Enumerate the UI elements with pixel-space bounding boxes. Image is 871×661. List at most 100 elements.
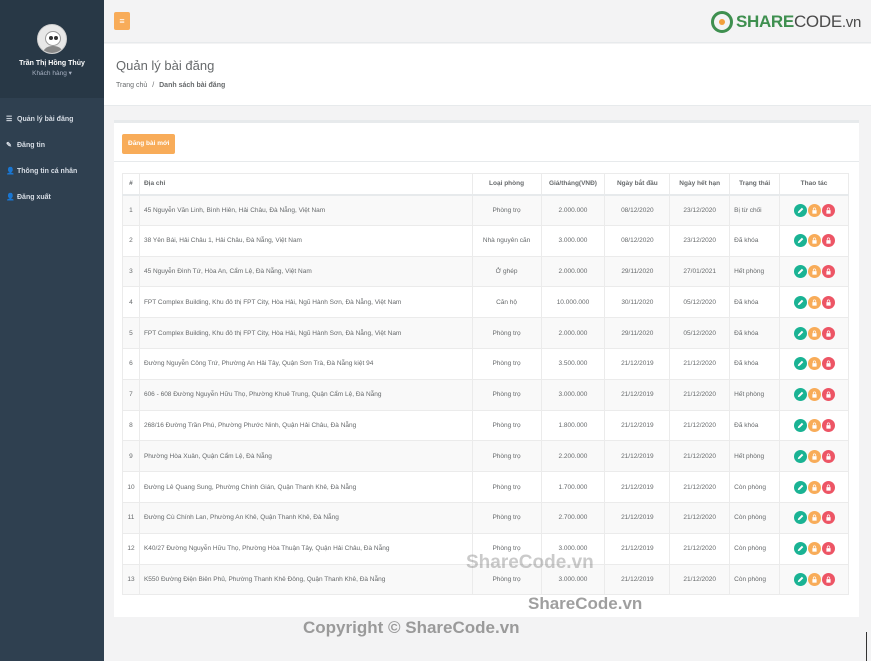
actions-cell xyxy=(779,194,849,226)
status-cell: Đã khóa xyxy=(729,224,781,257)
edit-icon[interactable] xyxy=(793,326,807,340)
price-cell: 10.000.000 xyxy=(540,286,606,319)
edit-icon[interactable] xyxy=(793,264,807,278)
unlock-icon[interactable] xyxy=(821,295,835,309)
room-type-cell: Nhà nguyên căn xyxy=(471,224,542,257)
edit-icon[interactable] xyxy=(793,572,807,586)
actions-cell xyxy=(779,563,849,596)
unlock-icon[interactable] xyxy=(821,418,835,432)
status-cell: Còn phòng xyxy=(729,532,781,565)
end-date-cell: 21/12/2020 xyxy=(669,501,731,534)
address-cell: 38 Yên Bái, Hải Châu 1, Hải Châu, Đà Nẵn… xyxy=(138,224,473,257)
end-date-cell: 21/12/2020 xyxy=(669,409,731,442)
row-number: 1 xyxy=(122,194,140,226)
status-cell: Đã khóa xyxy=(729,317,781,349)
unlock-icon[interactable] xyxy=(821,326,835,340)
start-date-cell: 08/12/2020 xyxy=(604,194,671,226)
lock-icon[interactable] xyxy=(807,295,821,309)
edit-icon[interactable] xyxy=(793,295,807,309)
profile-panel: Trần Thị Hồng Thủy Khách hàng ▾ xyxy=(0,0,104,98)
column-header: Loại phòng xyxy=(471,173,542,196)
unlock-icon[interactable] xyxy=(821,449,835,463)
edit-icon[interactable] xyxy=(793,449,807,463)
address-cell: Đường Nguyễn Công Trứ, Phường An Hải Tây… xyxy=(138,347,473,380)
unlock-icon[interactable] xyxy=(821,572,835,586)
end-date-cell: 21/12/2020 xyxy=(669,563,731,596)
logo-code: CODE xyxy=(793,12,842,31)
lock-icon[interactable] xyxy=(807,449,821,463)
sidebar-nav: ☰ Quản lý bài đăng ✎ Đăng tin 👤 Thông ti… xyxy=(0,106,104,210)
start-date-cell: 30/11/2020 xyxy=(604,286,671,319)
unlock-icon[interactable] xyxy=(821,388,835,402)
lock-icon[interactable] xyxy=(807,388,821,402)
divider xyxy=(114,161,859,162)
table-row: 6 Đường Nguyễn Công Trứ, Phường An Hải Tâ… xyxy=(122,347,849,380)
row-number: 4 xyxy=(122,286,140,319)
actions-cell xyxy=(779,347,849,380)
unlock-icon[interactable] xyxy=(821,357,835,371)
status-cell: Hết phòng xyxy=(729,378,781,411)
unlock-icon[interactable] xyxy=(821,511,835,525)
table-row: 3 45 Nguyễn Đình Tứ, Hòa An, Cẩm Lệ, Đà N… xyxy=(122,255,849,288)
unlock-icon[interactable] xyxy=(821,542,835,556)
address-cell: K40/27 Đường Nguyễn Hữu Thọ, Phường Hòa … xyxy=(138,532,473,565)
price-cell: 2.700.000 xyxy=(540,501,606,534)
unlock-icon[interactable] xyxy=(821,203,835,217)
user-role-dropdown[interactable]: Khách hàng ▾ xyxy=(0,69,104,77)
edit-icon[interactable] xyxy=(793,357,807,371)
unlock-icon[interactable] xyxy=(821,234,835,248)
row-number: 12 xyxy=(122,532,140,565)
lock-icon[interactable] xyxy=(807,511,821,525)
lock-icon[interactable] xyxy=(807,326,821,340)
table-row: 5 FPT Complex Building, Khu đô thị FPT Ci… xyxy=(122,317,849,349)
breadcrumb-home[interactable]: Trang chủ xyxy=(116,82,147,89)
lock-icon[interactable] xyxy=(807,264,821,278)
sidebar-item-label: Thông tin cá nhân xyxy=(17,167,78,175)
end-date-cell: 21/12/2020 xyxy=(669,532,731,565)
lock-icon[interactable] xyxy=(807,418,821,432)
lock-icon[interactable] xyxy=(807,234,821,248)
edit-icon[interactable] xyxy=(793,511,807,525)
unlock-icon[interactable] xyxy=(821,480,835,494)
new-post-button[interactable]: Đăng bài mới xyxy=(122,134,176,154)
edit-icon[interactable] xyxy=(793,203,807,217)
sidebar-item-manage-posts[interactable]: ☰ Quản lý bài đăng xyxy=(0,106,104,132)
lock-icon[interactable] xyxy=(807,357,821,371)
table-row: 2 38 Yên Bái, Hải Châu 1, Hải Châu, Đà Nẵ… xyxy=(122,224,849,257)
start-date-cell: 21/12/2019 xyxy=(604,501,671,534)
sidebar-item-logout[interactable]: 👤 Đăng xuất xyxy=(0,184,104,210)
price-cell: 3.500.000 xyxy=(540,347,606,380)
sharecode-logo: SHARECODE.vn xyxy=(710,11,861,33)
table-row: 11 Đường Cù Chính Lan, Phường An Khê, Quậ… xyxy=(122,501,849,534)
unlock-icon[interactable] xyxy=(821,264,835,278)
sidebar-item-label: Đăng xuất xyxy=(17,193,51,201)
user-icon: 👤 xyxy=(6,168,15,175)
end-date-cell: 23/12/2020 xyxy=(669,224,731,257)
edit-icon[interactable] xyxy=(793,418,807,432)
table-row: 7 606 - 608 Đường Nguyễn Hữu Thọ, Phường … xyxy=(122,378,849,411)
table-header-row: # Địa chỉ Loại phòng Giá/tháng(VNĐ) Ngày bắt… xyxy=(122,173,849,196)
hamburger-icon[interactable]: ≡ xyxy=(114,12,130,30)
column-header: Giá/tháng(VNĐ) xyxy=(540,173,606,196)
start-date-cell: 21/12/2019 xyxy=(604,563,671,596)
table-row: 10 Đường Lê Quang Sung, Phường Chính Gián… xyxy=(122,471,849,503)
column-header: Trạng thái xyxy=(729,173,781,196)
list-icon: ☰ xyxy=(6,116,13,123)
address-cell: Phường Hòa Xuân, Quận Cẩm Lệ, Đà Nẵng xyxy=(138,440,473,473)
edit-icon[interactable] xyxy=(793,388,807,402)
lock-icon[interactable] xyxy=(807,542,821,556)
sidebar-item-profile[interactable]: 👤 Thông tin cá nhân xyxy=(0,158,104,184)
edit-icon[interactable] xyxy=(793,480,807,494)
lock-icon[interactable] xyxy=(807,480,821,494)
lock-icon[interactable] xyxy=(807,203,821,217)
edit-icon[interactable] xyxy=(793,542,807,556)
watermark-center: ShareCode.vn xyxy=(466,552,594,573)
watermark-copyright: Copyright © ShareCode.vn xyxy=(303,618,520,637)
avatar[interactable] xyxy=(37,24,67,54)
price-cell: 2.000.000 xyxy=(540,255,606,288)
edit-icon[interactable] xyxy=(793,234,807,248)
room-type-cell: Căn hộ xyxy=(471,286,542,319)
lock-icon[interactable] xyxy=(807,572,821,586)
row-number: 13 xyxy=(122,563,140,596)
sidebar-item-post-new[interactable]: ✎ Đăng tin xyxy=(0,132,104,158)
